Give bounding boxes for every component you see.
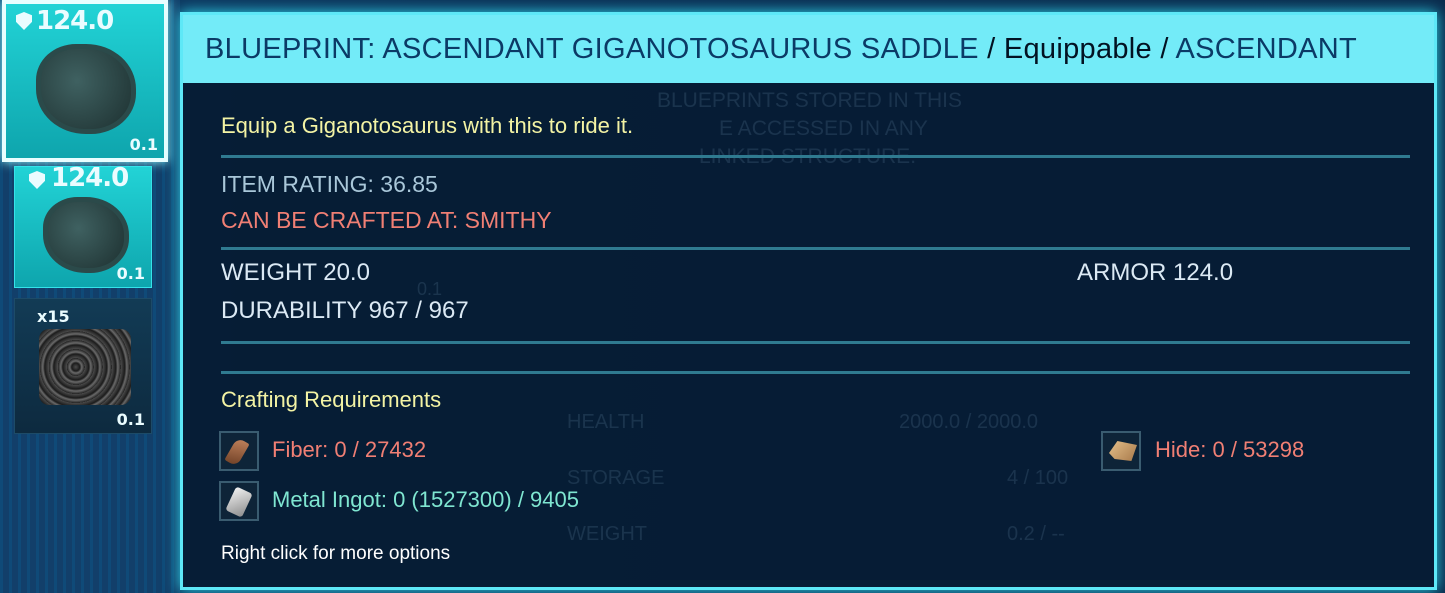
divider [221,155,1410,158]
background-stat-value: 4 / 100 [1007,467,1069,489]
item-rating-badge: 124.0 [36,6,114,36]
slot-weight: 0.1 [129,135,158,154]
background-stat-label: STORAGE [567,467,665,489]
item-durability: DURABILITY 967 / 967 [221,297,469,324]
saddle-icon [36,44,136,134]
title-separator: / [1151,33,1176,65]
background-notice-line: E ACCESSED IN ANY [719,117,928,140]
item-tooltip: BLUEPRINT: ASCENDANT GIGANOTOSAURUS SADD… [180,12,1437,590]
divider [221,371,1410,374]
divider [221,341,1410,344]
tooltip-header: BLUEPRINT: ASCENDANT GIGANOTOSAURUS SADD… [183,15,1434,83]
divider [221,247,1410,250]
metal-ingot-icon [219,481,259,521]
fiber-icon [219,431,259,471]
slot-weight: 0.1 [116,410,145,429]
item-quality: ASCENDANT [1175,33,1358,65]
requirement-metal-ingot: Metal Ingot: 0 (1527300) / 9405 [272,487,579,512]
hide-stack-icon [39,329,131,405]
tooltip-body: BLUEPRINTS STORED IN THIS E ACCESSED IN … [187,83,1434,587]
item-weight: WEIGHT 20.0 [221,259,370,286]
shield-icon [16,12,32,30]
slot-weight: 0.1 [116,264,145,283]
crafting-requirements-header: Crafting Requirements [221,387,442,412]
background-stat-value: 2000.0 / 2000.0 [899,411,1039,433]
item-armor: ARMOR 124.0 [1077,259,1234,286]
context-hint: Right click for more options [221,543,451,564]
tooltip-title: BLUEPRINT: ASCENDANT GIGANOTOSAURUS SADD… [205,33,1357,66]
background-notice-line: BLUEPRINTS STORED IN THIS [657,89,962,112]
requirement-fiber: Fiber: 0 / 27432 [272,437,427,462]
item-name: BLUEPRINT: ASCENDANT GIGANOTOSAURUS SADD… [205,33,979,65]
item-rating: ITEM RATING: 36.85 [221,171,438,197]
inventory-slot-saddle[interactable]: 124.0 0.1 [14,163,152,288]
item-type: Equippable [1003,33,1152,65]
inventory-slot-hide[interactable]: x15 0.1 [14,298,152,434]
title-separator: / [978,33,1004,65]
background-stat-label: WEIGHT [567,523,647,545]
background-stat-value: 0.2 / -- [1007,523,1065,545]
item-description: Equip a Giganotosaurus with this to ride… [221,113,634,138]
shield-icon [29,171,45,189]
requirement-hide: Hide: 0 / 53298 [1155,437,1305,462]
inventory-slot-saddle-selected[interactable]: 124.0 0.1 [2,0,168,162]
saddle-icon [43,197,129,273]
crafting-station: CAN BE CRAFTED AT: SMITHY [221,207,552,233]
item-rating-badge: 124.0 [51,163,129,193]
hide-icon [1101,431,1141,471]
slot-quantity: x15 [37,307,70,326]
background-stat-label: HEALTH [567,411,645,433]
